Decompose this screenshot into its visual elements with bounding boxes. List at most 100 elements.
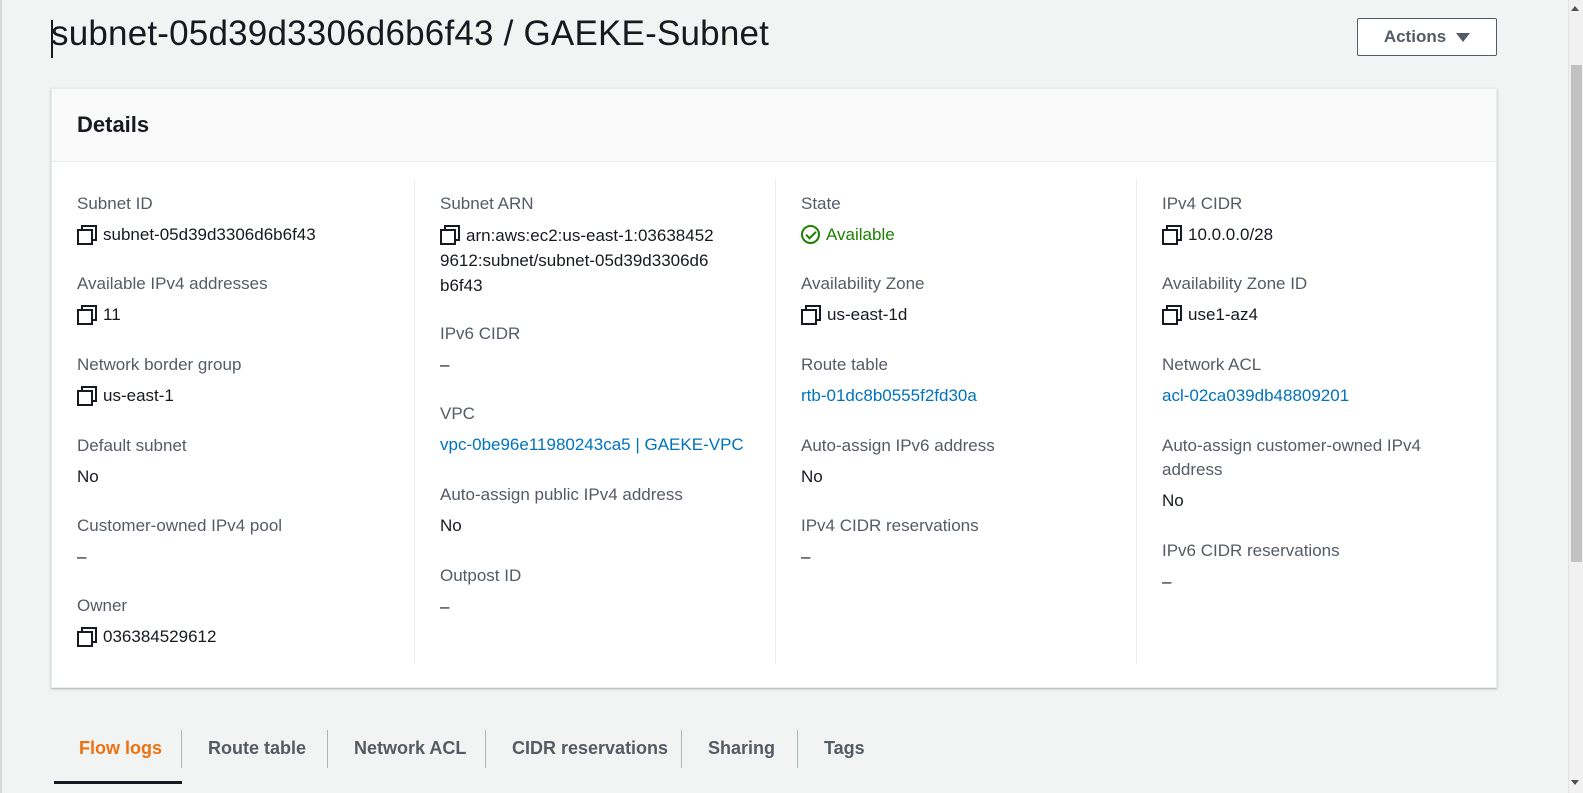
scroll-down-arrow-icon[interactable] <box>1571 780 1579 785</box>
details-panel-header: Details <box>52 89 1496 162</box>
tab-sharing[interactable]: Sharing <box>708 725 775 771</box>
tab-divider <box>181 730 182 768</box>
details-column-4: IPv4 CIDR 10.0.0.0/28 Availability Zone … <box>1136 179 1496 664</box>
scroll-up-arrow-icon[interactable] <box>1571 6 1579 11</box>
field-ipv4-cidr-reservations: IPv4 CIDR reservations – <box>801 514 1121 569</box>
field-label: Network border group <box>77 355 242 374</box>
field-vpc: VPC vpc-0be96e11980243ca5 | GAEKE-VPC <box>440 402 760 457</box>
status-value: Available <box>826 225 895 244</box>
field-label: Default subnet <box>77 436 187 455</box>
network-acl-link[interactable]: acl-02ca039db48809201 <box>1162 383 1349 408</box>
vertical-scrollbar[interactable] <box>1568 0 1583 793</box>
tab-tags[interactable]: Tags <box>824 725 865 771</box>
details-panel: Details Subnet ID subnet-05d39d3306d6b6f… <box>51 88 1497 688</box>
field-label: IPv4 CIDR reservations <box>801 516 979 535</box>
copy-icon[interactable] <box>801 305 821 325</box>
field-value: arn:aws:ec2:us-east-1:036384529612:subne… <box>440 226 714 295</box>
field-label: IPv6 CIDR reservations <box>1162 541 1340 560</box>
field-customer-owned-pool: Customer-owned IPv4 pool – <box>77 514 397 569</box>
tab-cidr-reservations[interactable]: CIDR reservations <box>512 725 668 771</box>
tab-divider <box>485 730 486 768</box>
field-auto-assign-public-ipv4: Auto-assign public IPv4 address No <box>440 483 760 538</box>
route-table-link[interactable]: rtb-01dc8b0555f2fd30a <box>801 383 977 408</box>
field-network-border-group: Network border group us-east-1 <box>77 353 397 408</box>
tab-flow-logs[interactable]: Flow logs <box>79 725 162 771</box>
tab-network-acl[interactable]: Network ACL <box>354 725 466 771</box>
field-label: IPv6 CIDR <box>440 324 521 343</box>
field-availability-zone: Availability Zone us-east-1d <box>801 272 1121 327</box>
field-label: Availability Zone <box>801 274 925 293</box>
copy-icon[interactable] <box>1162 305 1182 325</box>
field-availability-zone-id: Availability Zone ID use1-az4 <box>1162 272 1482 327</box>
field-label: State <box>801 194 841 213</box>
tab-route-table[interactable]: Route table <box>208 725 306 771</box>
tab-divider <box>327 730 328 768</box>
field-subnet-id: Subnet ID subnet-05d39d3306d6b6f43 <box>77 192 397 247</box>
field-value: No <box>77 467 99 486</box>
vpc-link[interactable]: vpc-0be96e11980243ca5 | GAEKE-VPC <box>440 432 744 457</box>
actions-button[interactable]: Actions <box>1357 18 1497 56</box>
field-state: State Available <box>801 192 1121 247</box>
tab-divider <box>797 730 798 768</box>
field-label: VPC <box>440 404 475 423</box>
field-ipv6-cidr-reservations: IPv6 CIDR reservations – <box>1162 539 1482 594</box>
page-title: subnet-05d39d3306d6b6f43 / GAEKE-Subnet <box>51 14 770 53</box>
field-value: use1-az4 <box>1188 305 1258 324</box>
field-route-table: Route table rtb-01dc8b0555f2fd30a <box>801 353 1121 408</box>
field-value: – <box>440 597 450 616</box>
field-ipv6-cidr: IPv6 CIDR – <box>440 322 760 377</box>
field-subnet-arn: Subnet ARN arn:aws:ec2:us-east-1:0363845… <box>440 192 715 298</box>
field-label: Route table <box>801 355 888 374</box>
copy-icon[interactable] <box>77 627 97 647</box>
field-value: – <box>801 547 811 566</box>
copy-icon[interactable] <box>77 305 97 325</box>
field-owner: Owner 036384529612 <box>77 594 397 649</box>
field-value: No <box>801 467 823 486</box>
details-columns: Subnet ID subnet-05d39d3306d6b6f43 Avail… <box>52 179 1496 664</box>
details-heading: Details <box>77 112 150 137</box>
status-check-icon <box>801 225 820 244</box>
field-label: Network ACL <box>1162 355 1262 374</box>
copy-icon[interactable] <box>77 225 97 245</box>
field-auto-assign-customer-owned: Auto-assign customer-owned IPv4 address … <box>1162 434 1452 513</box>
field-value: 10.0.0.0/28 <box>1188 225 1274 244</box>
field-value: 036384529612 <box>103 627 217 646</box>
field-ipv4-cidr: IPv4 CIDR 10.0.0.0/28 <box>1162 192 1482 247</box>
field-label: Subnet ID <box>77 194 153 213</box>
field-label: Customer-owned IPv4 pool <box>77 516 283 535</box>
field-label: Auto-assign public IPv4 address <box>440 485 683 504</box>
field-label: Auto-assign IPv6 address <box>801 436 995 455</box>
scrollbar-gutter <box>1568 0 1569 793</box>
active-tab-underline <box>54 781 182 784</box>
scrollbar-thumb[interactable] <box>1571 65 1582 562</box>
copy-icon[interactable] <box>77 386 97 406</box>
dropdown-triangle-icon <box>1456 32 1471 42</box>
field-value: No <box>440 516 462 535</box>
field-label: Availability Zone ID <box>1162 274 1308 293</box>
field-value: No <box>1162 491 1184 510</box>
field-value: us-east-1d <box>827 305 908 324</box>
field-label: Subnet ARN <box>440 194 534 213</box>
field-available-ipv4: Available IPv4 addresses 11 <box>77 272 397 327</box>
field-value: subnet-05d39d3306d6b6f43 <box>103 225 316 244</box>
field-label: Auto-assign customer-owned IPv4 address <box>1162 436 1421 479</box>
field-outpost-id: Outpost ID – <box>440 564 760 619</box>
field-value: – <box>1162 572 1172 591</box>
field-value: – <box>77 547 87 566</box>
left-edge-border <box>0 0 2 793</box>
field-label: Available IPv4 addresses <box>77 274 268 293</box>
detail-tabs: Flow logs Route table Network ACL CIDR r… <box>51 725 1497 793</box>
details-column-1: Subnet ID subnet-05d39d3306d6b6f43 Avail… <box>52 179 414 664</box>
field-label: IPv4 CIDR <box>1162 194 1243 213</box>
field-value: – <box>440 355 450 374</box>
copy-icon[interactable] <box>1162 225 1182 245</box>
field-label: Owner <box>77 596 128 615</box>
details-column-2: Subnet ARN arn:aws:ec2:us-east-1:0363845… <box>414 179 775 664</box>
field-auto-assign-ipv6: Auto-assign IPv6 address No <box>801 434 1121 489</box>
tab-divider <box>681 730 682 768</box>
field-label: Outpost ID <box>440 566 522 585</box>
copy-icon[interactable] <box>440 225 460 245</box>
field-network-acl: Network ACL acl-02ca039db48809201 <box>1162 353 1482 408</box>
field-value: 11 <box>103 305 121 324</box>
details-column-3: State Available Availability Zone us-eas… <box>775 179 1136 664</box>
